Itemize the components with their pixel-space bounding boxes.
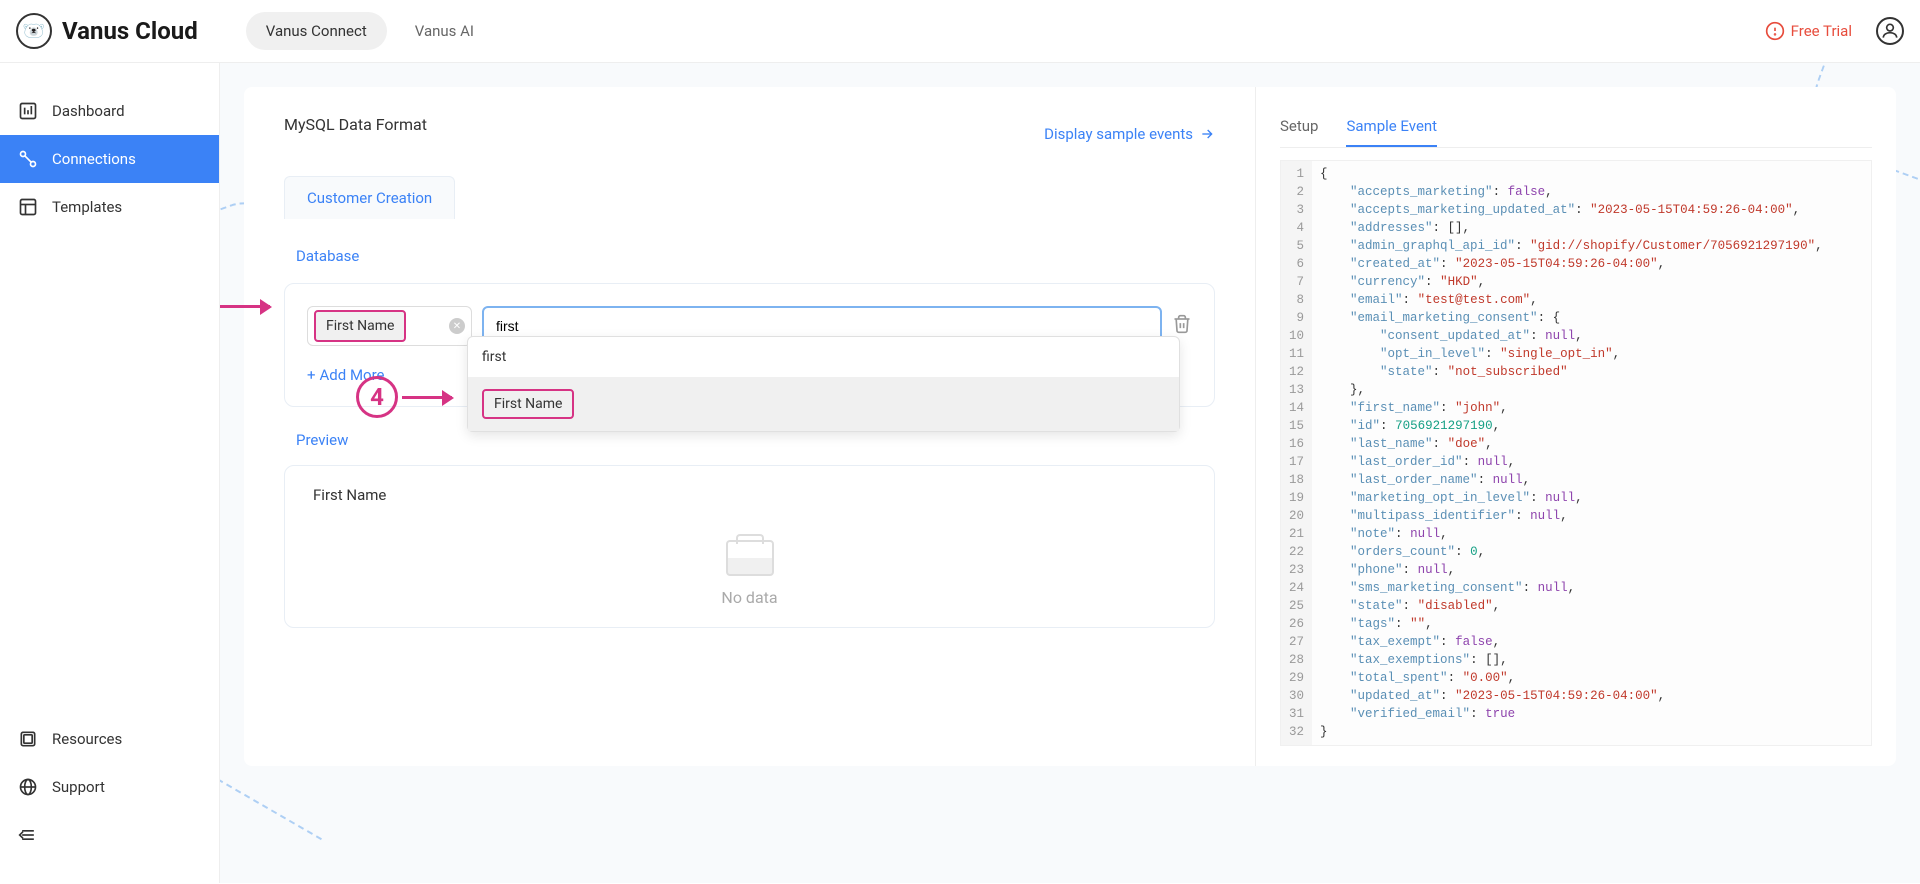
sidebar-item-label: Templates: [52, 198, 122, 216]
sidebar-item-dashboard[interactable]: Dashboard: [0, 87, 219, 135]
header-nav-tabs: Vanus Connect Vanus AI: [246, 12, 494, 50]
no-data-placeholder: No data: [313, 540, 1186, 607]
preview-column-header: First Name: [313, 486, 1186, 504]
right-tab-sample-event[interactable]: Sample Event: [1346, 107, 1437, 147]
resources-icon: [18, 729, 38, 749]
field-dropdown: first First Name: [467, 336, 1180, 432]
tab-customer-creation[interactable]: Customer Creation: [284, 176, 455, 219]
sidebar-item-support[interactable]: Support: [0, 763, 219, 811]
arrow-right-icon: [1199, 126, 1215, 142]
templates-icon: [18, 197, 38, 217]
free-trial-link[interactable]: Free Trial: [1765, 21, 1852, 41]
right-tab-setup[interactable]: Setup: [1280, 107, 1318, 147]
dropdown-option-label: First Name: [482, 389, 574, 419]
main-content: MySQL Data Format Display sample events …: [220, 63, 1920, 883]
logo-icon: 🐻‍❄️: [16, 13, 52, 49]
preview-label: Preview: [296, 431, 1215, 449]
brand-title: Vanus Cloud: [62, 17, 198, 45]
database-label: Database: [296, 247, 1215, 265]
code-gutter: 1234567891011121314151617181920212223242…: [1281, 161, 1312, 745]
display-sample-events-link[interactable]: Display sample events: [1044, 125, 1215, 143]
dashboard-icon: [18, 101, 38, 121]
alert-icon: [1765, 21, 1785, 41]
sidebar-item-label: Connections: [52, 150, 136, 168]
delete-row-button[interactable]: [1172, 314, 1192, 338]
header: 🐻‍❄️ Vanus Cloud Vanus Connect Vanus AI …: [0, 0, 1920, 63]
display-link-label: Display sample events: [1044, 125, 1193, 143]
sidebar-collapse-button[interactable]: [0, 811, 219, 863]
code-content: { "accepts_marketing": false, "accepts_m…: [1312, 161, 1871, 745]
sidebar-item-label: Support: [52, 778, 105, 796]
no-data-label: No data: [313, 588, 1186, 607]
annotation-step-4: 4: [356, 376, 452, 418]
preview-box: First Name No data: [284, 465, 1215, 628]
dropdown-option-first[interactable]: first: [468, 337, 1179, 377]
collapse-icon: [18, 825, 38, 845]
annotation-step-3: 3: [220, 285, 270, 327]
code-viewer[interactable]: 1234567891011121314151617181920212223242…: [1280, 160, 1872, 746]
dropdown-option-first-name[interactable]: First Name: [468, 377, 1179, 431]
annotation-badge: 4: [356, 376, 398, 418]
right-panel: Setup Sample Event 123456789101112131415…: [1256, 87, 1896, 766]
left-panel: MySQL Data Format Display sample events …: [244, 87, 1256, 766]
free-trial-label: Free Trial: [1791, 22, 1852, 40]
column-chip: First Name: [314, 310, 406, 342]
column-name-input[interactable]: First Name ✕: [307, 306, 472, 346]
annotation-arrow-icon: [402, 396, 452, 399]
sidebar-item-templates[interactable]: Templates: [0, 183, 219, 231]
nav-tab-connect[interactable]: Vanus Connect: [246, 12, 387, 50]
sidebar-item-connections[interactable]: Connections: [0, 135, 219, 183]
header-right: Free Trial: [1765, 17, 1904, 45]
sidebar-item-resources[interactable]: Resources: [0, 715, 219, 763]
annotation-arrow-icon: [220, 305, 270, 308]
trash-icon: [1172, 314, 1192, 334]
plus-icon: +: [307, 366, 316, 384]
connections-icon: [18, 149, 38, 169]
support-icon: [18, 777, 38, 797]
section-title: MySQL Data Format: [284, 115, 427, 134]
user-menu-button[interactable]: [1876, 17, 1904, 45]
sidebar: Dashboard Connections Templates Resource…: [0, 63, 220, 883]
nav-tab-ai[interactable]: Vanus AI: [395, 12, 494, 50]
sidebar-item-label: Resources: [52, 730, 122, 748]
logo-section: 🐻‍❄️ Vanus Cloud: [16, 13, 198, 49]
empty-box-icon: [726, 540, 774, 576]
decorative-line: [220, 778, 322, 883]
sidebar-item-label: Dashboard: [52, 102, 125, 120]
user-icon: [1880, 21, 1900, 41]
chip-clear-button[interactable]: ✕: [449, 318, 465, 334]
